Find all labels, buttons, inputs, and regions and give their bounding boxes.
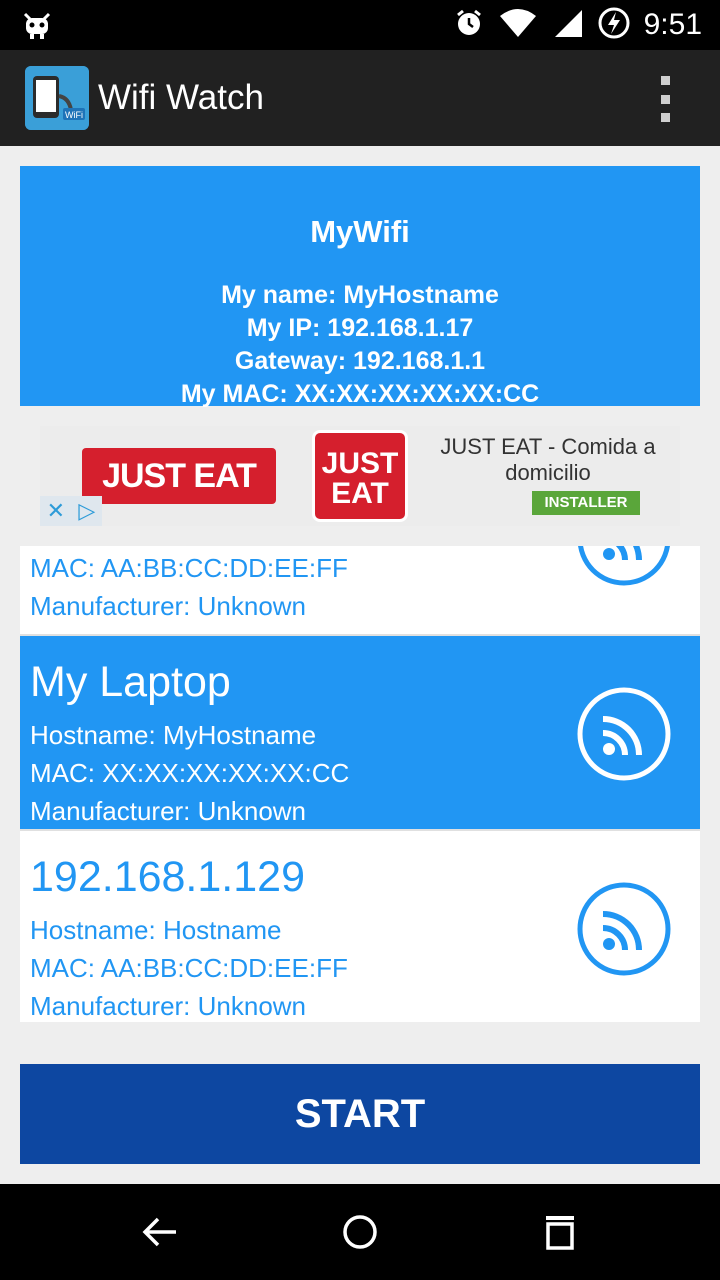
my-hostname: My name: MyHostname xyxy=(221,281,499,309)
wifi-icon xyxy=(498,8,538,43)
ad-brand-banner[interactable]: JUST EAT xyxy=(82,448,276,504)
device-manufacturer: Manufacturer: Unknown xyxy=(30,591,307,621)
device-manufacturer: Manufacturer: Unknown xyxy=(30,991,307,1021)
device-hostname: Hostname: Hostname xyxy=(30,915,282,945)
cast-icon[interactable] xyxy=(576,686,672,782)
device-name: My Laptop xyxy=(30,658,231,706)
ad-logo-line2: EAT xyxy=(331,477,389,510)
app-logo-icon: WiFi xyxy=(25,66,89,130)
ad-install-button[interactable]: INSTALLER xyxy=(532,491,640,515)
overflow-menu-icon[interactable] xyxy=(650,76,680,122)
status-bar: 9:51 xyxy=(0,0,720,50)
signal-icon xyxy=(552,8,584,43)
device-name: 192.168.1.129 xyxy=(30,853,305,901)
debug-android-icon xyxy=(22,10,52,45)
app-title: Wifi Watch xyxy=(98,78,264,117)
device-mac: MAC: AA:BB:CC:DD:EE:FF xyxy=(30,553,348,583)
close-icon[interactable]: ✕ xyxy=(47,498,65,524)
ad-logo-line1: JUST xyxy=(321,447,399,480)
ad-choices[interactable]: ✕ ▷ xyxy=(40,496,102,526)
clock: 9:51 xyxy=(643,8,702,41)
gateway: Gateway: 192.168.1.1 xyxy=(234,347,486,375)
device-item[interactable]: 192.168.1.129 Hostname: Hostname MAC: AA… xyxy=(20,831,700,1022)
navigation-bar xyxy=(0,1184,720,1280)
alarm-icon xyxy=(454,8,484,43)
device-mac: MAC: XX:XX:XX:XX:XX:CC xyxy=(30,758,350,788)
network-info-card: MyWifi My name: MyHostname My IP: 192.16… xyxy=(20,166,700,408)
main-content: MyWifi My name: MyHostname My IP: 192.16… xyxy=(0,146,720,1184)
recents-icon[interactable] xyxy=(540,1212,580,1252)
device-hostname: Hostname: MyHostname xyxy=(30,720,317,750)
svg-text:WiFi: WiFi xyxy=(65,110,83,120)
ad-banner[interactable]: JUST EAT JUST EAT JUST EAT - Comida a do… xyxy=(40,426,680,526)
my-ip: My IP: 192.168.1.17 xyxy=(246,314,474,342)
device-manufacturer: Manufacturer: Unknown xyxy=(30,796,307,826)
start-button[interactable]: START xyxy=(20,1064,700,1164)
network-ssid: MyWifi xyxy=(310,214,410,249)
device-list[interactable]: MAC: AA:BB:CC:DD:EE:FF Manufacturer: Unk… xyxy=(20,546,700,1022)
back-icon[interactable] xyxy=(140,1212,180,1252)
ad-title[interactable]: JUST EAT - Comida a domicilio xyxy=(420,434,676,486)
home-icon[interactable] xyxy=(340,1212,380,1252)
cast-icon[interactable] xyxy=(576,546,672,587)
device-item[interactable]: MAC: AA:BB:CC:DD:EE:FF Manufacturer: Unk… xyxy=(20,546,700,634)
adchoices-icon[interactable]: ▷ xyxy=(78,498,95,524)
my-mac: My MAC: XX:XX:XX:XX:XX:CC xyxy=(180,380,540,408)
ad-app-logo[interactable]: JUST EAT xyxy=(312,430,408,522)
device-item-active[interactable]: My Laptop Hostname: MyHostname MAC: XX:X… xyxy=(20,636,700,829)
cast-icon[interactable] xyxy=(576,881,672,977)
app-bar: WiFi Wifi Watch xyxy=(0,50,720,146)
battery-charging-icon xyxy=(598,7,630,44)
device-mac: MAC: AA:BB:CC:DD:EE:FF xyxy=(30,953,348,983)
